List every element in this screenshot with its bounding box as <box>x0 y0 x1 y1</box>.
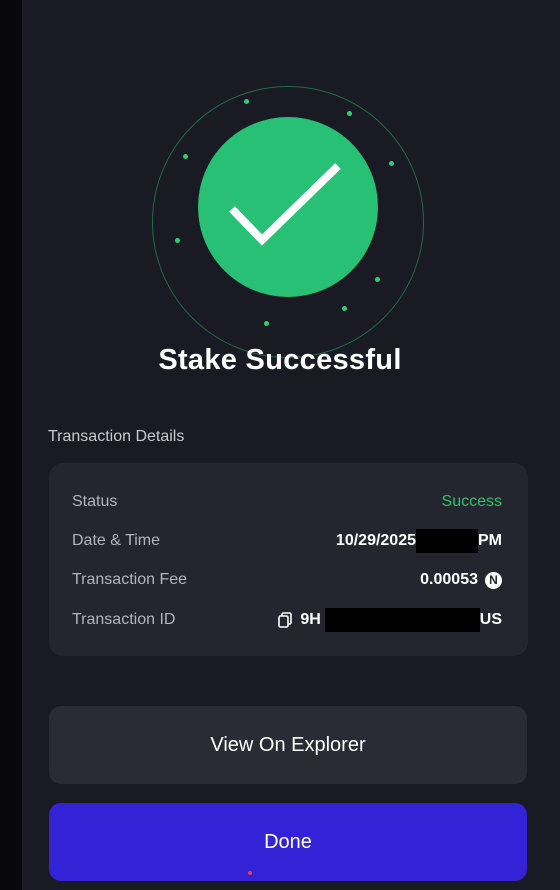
date-time-value: 10/29/2025 PM <box>336 529 502 553</box>
fee-amount: 0.00053 <box>420 571 478 588</box>
sparkle-dot <box>175 238 180 243</box>
view-on-explorer-button[interactable]: View On Explorer <box>49 706 527 784</box>
sparkle-dot <box>264 321 269 326</box>
transaction-details-card: Status Success Date & Time 10/29/2025 PM… <box>49 463 528 656</box>
transaction-details-label: Transaction Details <box>48 428 185 445</box>
sparkle-dot <box>375 277 380 282</box>
detail-row-transaction-fee: Transaction Fee 0.00053 N <box>72 568 502 592</box>
sparkle-dot <box>183 154 188 159</box>
sparkle-dot <box>347 111 352 116</box>
transaction-id-label: Transaction ID <box>72 611 176 628</box>
transaction-fee-value: 0.00053 N <box>420 571 502 589</box>
sparkle-dot <box>389 161 394 166</box>
transaction-id-prefix: 9H <box>300 611 321 628</box>
window-left-edge <box>0 0 22 890</box>
date-time-label: Date & Time <box>72 532 161 549</box>
date-text: 10/29/2025 <box>335 532 416 549</box>
status-label: Status <box>72 493 118 510</box>
done-button[interactable]: Done <box>49 803 527 881</box>
token-n-icon: N <box>485 571 502 589</box>
sparkle-dot <box>342 306 347 311</box>
transaction-id-value[interactable]: 9H US <box>278 608 502 632</box>
detail-row-transaction-id: Transaction ID 9H US <box>72 608 502 632</box>
copy-icon[interactable] <box>278 612 293 628</box>
sparkle-dot <box>244 99 249 104</box>
page-title: Stake Successful <box>158 344 402 376</box>
success-badge <box>152 86 424 358</box>
detail-row-date-time: Date & Time 10/29/2025 PM <box>72 529 502 553</box>
indicator-dot <box>248 871 252 875</box>
redacted-transaction-id <box>324 608 480 632</box>
status-value: Success <box>441 493 502 510</box>
transaction-id-suffix: US <box>479 611 502 628</box>
redacted-time <box>416 529 478 553</box>
detail-row-status: Status Success <box>72 490 502 514</box>
checkmark-icon <box>229 163 341 246</box>
time-period-text: PM <box>478 532 502 549</box>
transaction-fee-label: Transaction Fee <box>72 571 188 588</box>
